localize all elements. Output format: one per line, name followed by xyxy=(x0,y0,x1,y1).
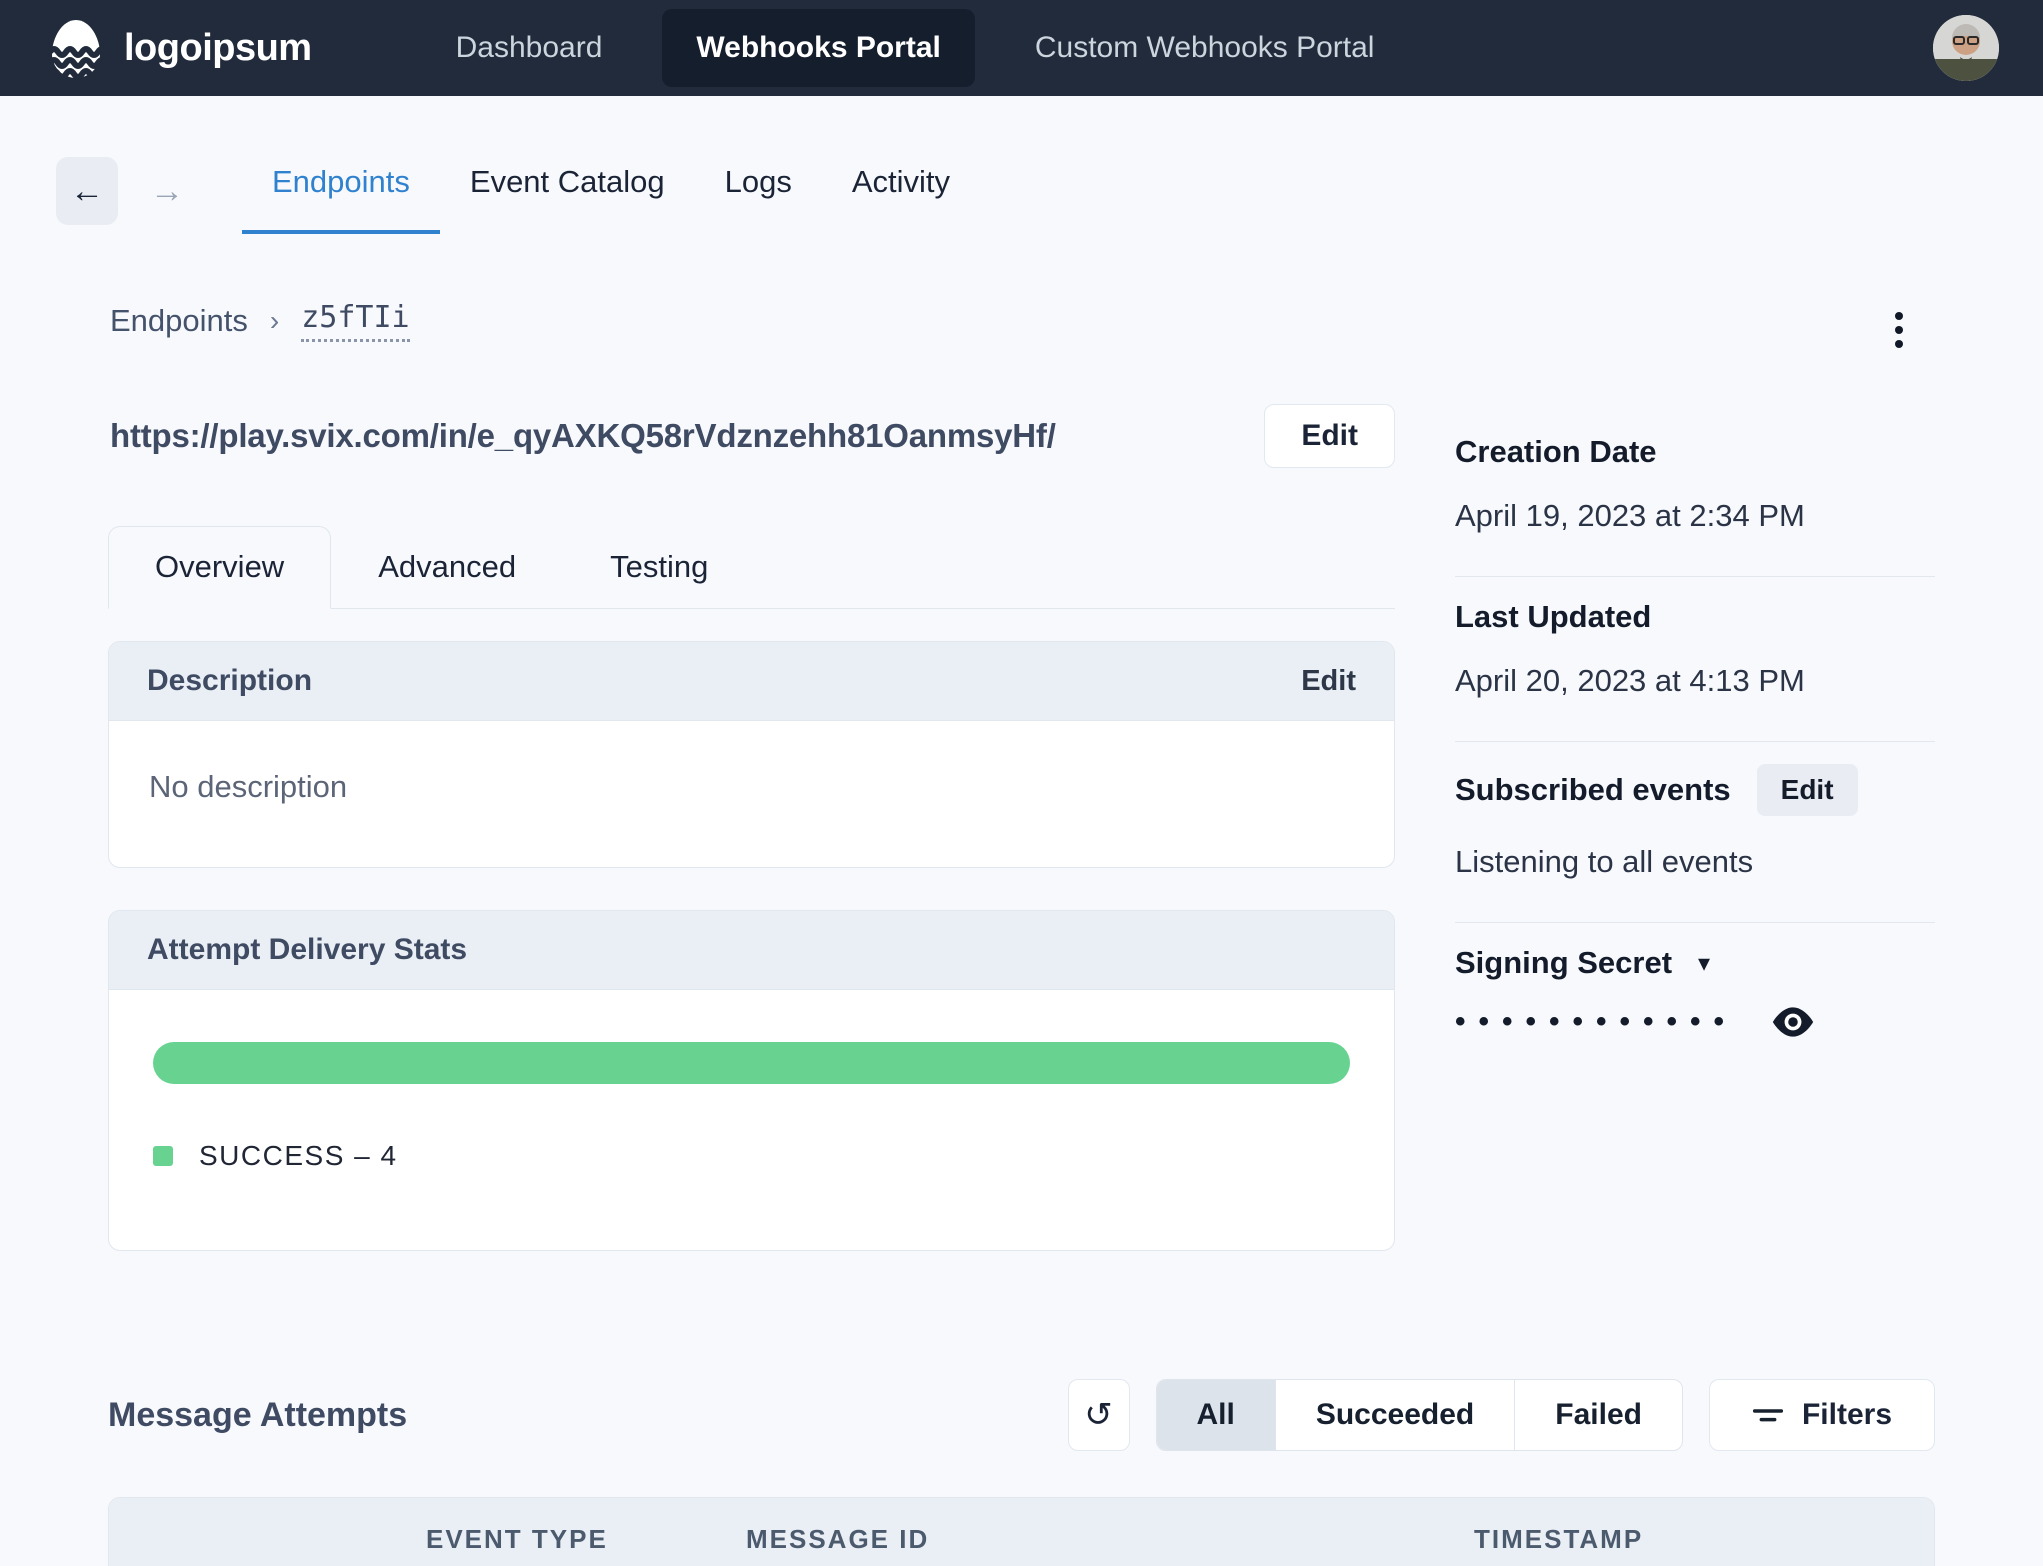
navbar: logoipsum Dashboard Webhooks Portal Cust… xyxy=(0,0,2043,96)
description-card: Description Edit No description xyxy=(108,641,1395,868)
nav-item-dashboard[interactable]: Dashboard xyxy=(422,9,637,87)
last-updated-label: Last Updated xyxy=(1455,599,1652,634)
endpoint-sidebar: Creation Date April 19, 2023 at 2:34 PM … xyxy=(1455,404,1935,1081)
avatar-image xyxy=(1933,15,1999,81)
tab-activity[interactable]: Activity xyxy=(822,148,980,234)
message-attempts-table: EVENT TYPE MESSAGE ID TIMESTAMP ✓ Succee… xyxy=(108,1497,1935,1566)
eye-icon xyxy=(1772,1007,1814,1037)
column-header-timestamp: TIMESTAMP xyxy=(1474,1524,1644,1554)
main-content: https://play.svix.com/in/e_qyAXKQ58rVdzn… xyxy=(108,404,1935,1251)
last-updated-section: Last Updated April 20, 2023 at 4:13 PM xyxy=(1455,576,1935,741)
filters-button[interactable]: Filters xyxy=(1708,1379,1935,1451)
description-body: No description xyxy=(109,721,1394,867)
stats-legend: SUCCESS – 4 xyxy=(153,1140,1350,1172)
delivery-stats-body: SUCCESS – 4 xyxy=(109,990,1394,1250)
signing-secret-value-row: •••••••••••• xyxy=(1455,1005,1935,1039)
portal-tabs: Endpoints Event Catalog Logs Activity xyxy=(242,148,980,234)
portal-tabs-row: ← → Endpoints Event Catalog Logs Activit… xyxy=(56,148,1935,234)
tab-logs[interactable]: Logs xyxy=(695,148,822,234)
breadcrumb-endpoints[interactable]: Endpoints xyxy=(110,303,248,339)
subscribed-events-label: Subscribed events xyxy=(1455,772,1731,807)
tab-advanced[interactable]: Advanced xyxy=(331,526,563,608)
delivery-stats-title: Attempt Delivery Stats xyxy=(147,933,468,966)
tab-endpoints[interactable]: Endpoints xyxy=(242,148,440,234)
subscribed-events-section: Subscribed events Edit Listening to all … xyxy=(1455,741,1935,922)
endpoint-options-button[interactable] xyxy=(1885,300,1913,360)
refresh-button[interactable]: ↺ xyxy=(1067,1379,1130,1451)
message-attempts-controls: ↺ All Succeeded Failed Filters xyxy=(1067,1379,1935,1451)
subscribed-events-row: Subscribed events Edit xyxy=(1455,764,1935,816)
creation-date-section: Creation Date April 19, 2023 at 2:34 PM xyxy=(1455,412,1935,576)
signing-secret-masked-value: •••••••••••• xyxy=(1455,1005,1738,1038)
no-description-text: No description xyxy=(149,769,348,804)
column-header-status xyxy=(109,1524,426,1555)
breadcrumb: Endpoints › z5fTIi xyxy=(110,300,410,342)
page: logoipsum Dashboard Webhooks Portal Cust… xyxy=(0,0,2043,1566)
signing-secret-section: Signing Secret ▾ •••••••••••• xyxy=(1455,922,1935,1081)
nav-item-custom-webhooks-portal[interactable]: Custom Webhooks Portal xyxy=(1001,9,1409,87)
description-card-header: Description Edit xyxy=(109,642,1394,721)
delivery-stats-header: Attempt Delivery Stats xyxy=(109,911,1394,990)
column-header-actions xyxy=(1857,1524,1929,1555)
last-updated-value: April 20, 2023 at 4:13 PM xyxy=(1455,663,1805,698)
filter-icon xyxy=(1752,1409,1784,1422)
filters-label: Filters xyxy=(1801,1398,1892,1431)
back-arrow-icon: ← xyxy=(70,171,104,210)
filter-succeeded[interactable]: Succeeded xyxy=(1274,1380,1514,1450)
logo-icon xyxy=(44,16,108,80)
status-filter-segmented: All Succeeded Failed xyxy=(1155,1379,1683,1451)
signing-secret-row: Signing Secret ▾ xyxy=(1455,945,1935,981)
breadcrumb-current-endpoint[interactable]: z5fTIi xyxy=(301,300,410,342)
message-attempts-header: Message Attempts ↺ All Succeeded Failed … xyxy=(108,1379,1935,1451)
back-button[interactable]: ← xyxy=(56,157,118,225)
logo-text: logoipsum xyxy=(124,26,312,69)
endpoint-tabs: Overview Advanced Testing xyxy=(108,526,1395,609)
chevron-down-icon[interactable]: ▾ xyxy=(1698,949,1710,978)
edit-description-button[interactable]: Edit xyxy=(1301,665,1356,698)
description-title: Description xyxy=(147,664,313,697)
edit-url-button[interactable]: Edit xyxy=(1264,404,1395,468)
reveal-secret-button[interactable] xyxy=(1771,1005,1815,1039)
endpoint-url-row: https://play.svix.com/in/e_qyAXKQ58rVdzn… xyxy=(108,404,1395,468)
avatar[interactable] xyxy=(1933,15,1999,81)
success-legend-label: SUCCESS – 4 xyxy=(199,1140,398,1171)
forward-arrow-icon: → xyxy=(150,171,184,210)
nav-item-webhooks-portal[interactable]: Webhooks Portal xyxy=(662,9,975,87)
tab-event-catalog[interactable]: Event Catalog xyxy=(440,148,695,234)
signing-secret-label: Signing Secret xyxy=(1455,945,1673,980)
logo: logoipsum xyxy=(44,16,312,80)
endpoint-url: https://play.svix.com/in/e_qyAXKQ58rVdzn… xyxy=(110,417,1056,454)
creation-date-label: Creation Date xyxy=(1455,434,1657,469)
success-stats-bar xyxy=(153,1042,1350,1084)
creation-date-value: April 19, 2023 at 2:34 PM xyxy=(1455,498,1805,533)
column-header-event-type: EVENT TYPE xyxy=(426,1524,608,1554)
endpoint-detail: https://play.svix.com/in/e_qyAXKQ58rVdzn… xyxy=(108,404,1395,1251)
main-nav: Dashboard Webhooks Portal Custom Webhook… xyxy=(422,9,1409,87)
edit-subscribed-events-button[interactable]: Edit xyxy=(1756,764,1858,816)
subscribed-events-value: Listening to all events xyxy=(1455,844,1754,879)
column-header-message-id: MESSAGE ID xyxy=(746,1524,930,1554)
success-legend-swatch xyxy=(153,1146,173,1166)
tab-testing[interactable]: Testing xyxy=(563,526,755,608)
kebab-icon xyxy=(1895,312,1903,320)
message-attempts-title: Message Attempts xyxy=(108,1395,408,1434)
chevron-right-icon: › xyxy=(269,305,280,336)
breadcrumb-row: Endpoints › z5fTIi xyxy=(110,300,1913,360)
forward-button[interactable]: → xyxy=(150,172,184,211)
delivery-stats-card: Attempt Delivery Stats SUCCESS – 4 xyxy=(108,910,1395,1251)
tab-overview[interactable]: Overview xyxy=(108,526,332,609)
table-header-row: EVENT TYPE MESSAGE ID TIMESTAMP xyxy=(109,1498,1934,1566)
filter-failed[interactable]: Failed xyxy=(1514,1380,1682,1450)
refresh-icon: ↺ xyxy=(1084,1396,1113,1434)
filter-all[interactable]: All xyxy=(1156,1380,1275,1450)
